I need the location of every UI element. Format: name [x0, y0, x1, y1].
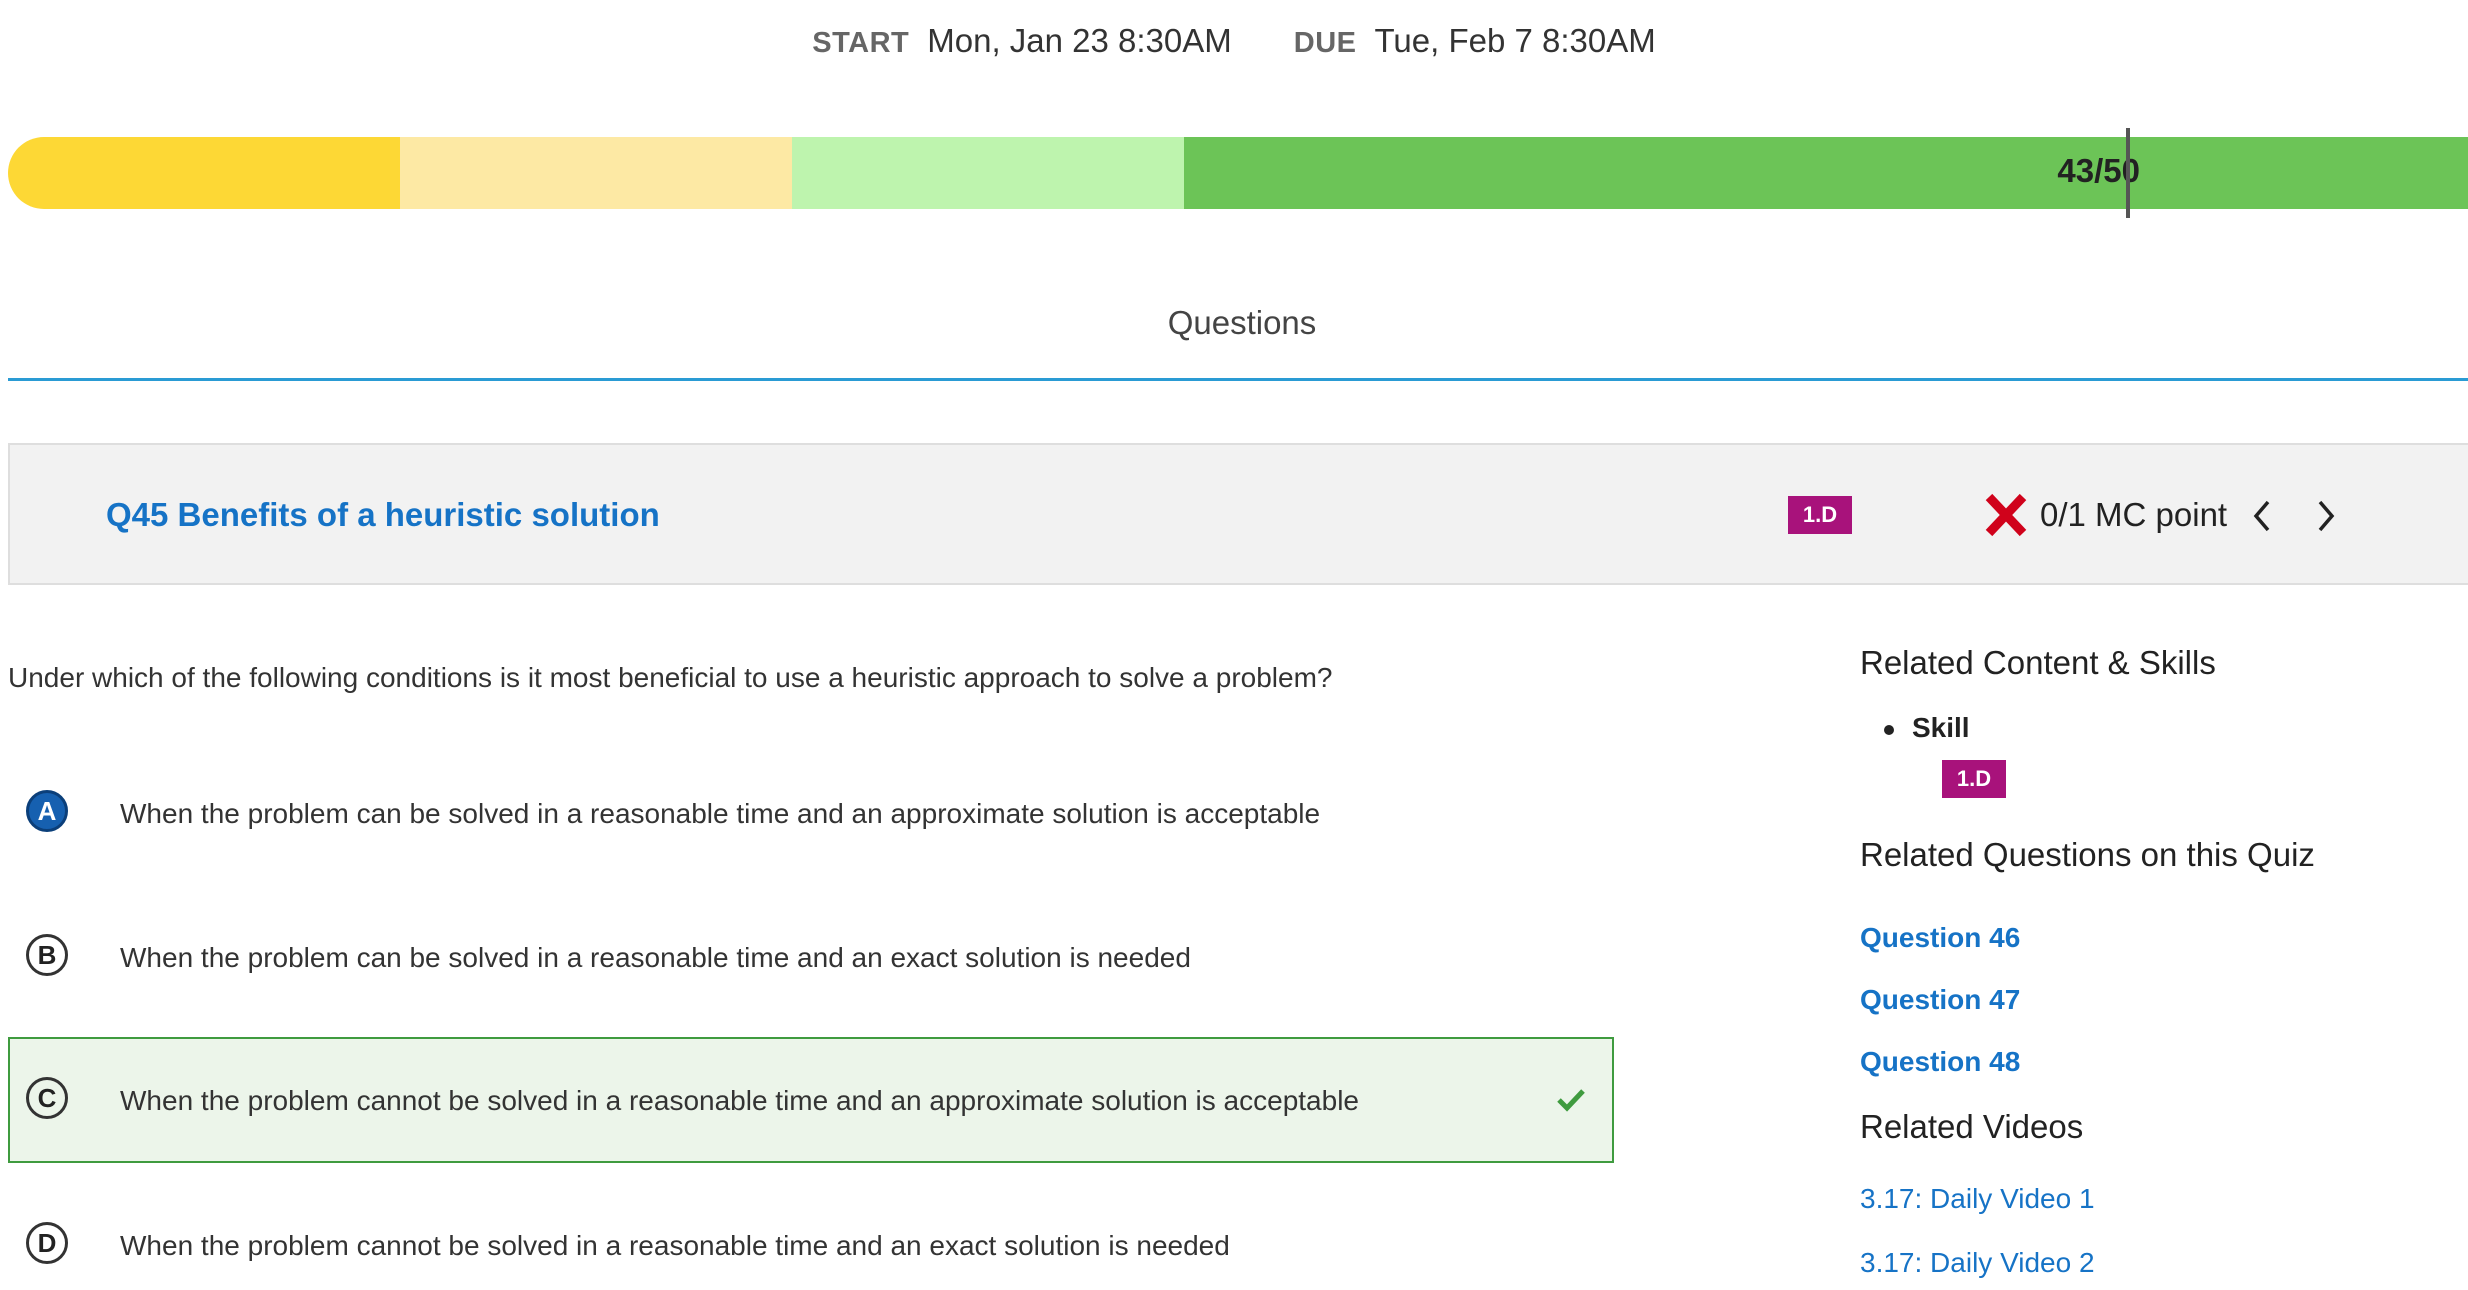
related-questions-heading: Related Questions on this Quiz	[1860, 836, 2315, 873]
option-text-a: When the problem can be solved in a reas…	[120, 798, 1321, 829]
chevron-left-icon[interactable]	[2248, 498, 2276, 534]
due-date: DUE Tue, Feb 7 8:30AM	[1294, 22, 1656, 60]
related-videos-heading: Related Videos	[1860, 1108, 2084, 1145]
option-letter-b: B	[26, 934, 68, 976]
related-content-heading: Related Content & Skills	[1860, 644, 2216, 681]
option-letter-d: D	[26, 1222, 68, 1264]
start-label: START	[812, 27, 910, 59]
due-value: Tue, Feb 7 8:30AM	[1374, 22, 1656, 59]
sidebar-skill-badge[interactable]: 1.D	[1942, 760, 2006, 798]
option-text-d: When the problem cannot be solved in a r…	[120, 1230, 1230, 1261]
skill-badge: 1.D	[1788, 496, 1852, 534]
due-label: DUE	[1293, 27, 1357, 59]
answer-option-c[interactable]: C When the problem cannot be solved in a…	[8, 1037, 1614, 1163]
score-band-2	[400, 137, 792, 209]
date-range: START Mon, Jan 23 8:30AM DUE Tue, Feb 7 …	[0, 22, 2468, 60]
tab-underline	[8, 378, 2468, 381]
tab-questions[interactable]: Questions	[0, 304, 2468, 342]
option-letter-a: A	[26, 790, 68, 832]
score-band-3	[792, 137, 1184, 209]
score-band-4	[1184, 137, 2468, 209]
points-text: 0/1 MC point	[2040, 496, 2228, 533]
question-title[interactable]: Q45 Benefits of a heuristic solution	[106, 496, 660, 534]
checkmark-icon	[1557, 1089, 1585, 1112]
answer-option-a[interactable]: A When the problem can be solved in a re…	[8, 750, 1614, 876]
related-question-link[interactable]: Question 48	[1860, 1046, 2020, 1078]
score-band-1	[8, 137, 400, 209]
quiz-review-page: START Mon, Jan 23 8:30AM DUE Tue, Feb 7 …	[0, 0, 2468, 1290]
option-text-b: When the problem can be solved in a reas…	[120, 942, 1191, 973]
question-prompt: Under which of the following conditions …	[8, 662, 1333, 693]
answer-option-b[interactable]: B When the problem can be solved in a re…	[8, 894, 1614, 1020]
answer-option-d[interactable]: D When the problem cannot be solved in a…	[8, 1182, 1614, 1290]
score-marker	[2126, 128, 2130, 218]
related-question-link[interactable]: Question 47	[1860, 984, 2020, 1016]
option-text-c: When the problem cannot be solved in a r…	[120, 1085, 1359, 1116]
related-video-link[interactable]: 3.17: Daily Video 1	[1860, 1183, 2095, 1215]
x-icon	[1985, 493, 2027, 537]
start-date: START Mon, Jan 23 8:30AM	[812, 22, 1232, 60]
skill-list: Skill	[1884, 712, 1970, 744]
related-video-link[interactable]: 3.17: Daily Video 2	[1860, 1247, 2095, 1279]
option-letter-c: C	[26, 1077, 68, 1119]
score-label: 43/50	[2057, 152, 2140, 189]
skill-item: Skill	[1884, 712, 1970, 743]
chevron-right-icon[interactable]	[2312, 498, 2340, 534]
related-question-link[interactable]: Question 46	[1860, 922, 2020, 954]
start-value: Mon, Jan 23 8:30AM	[927, 22, 1232, 59]
